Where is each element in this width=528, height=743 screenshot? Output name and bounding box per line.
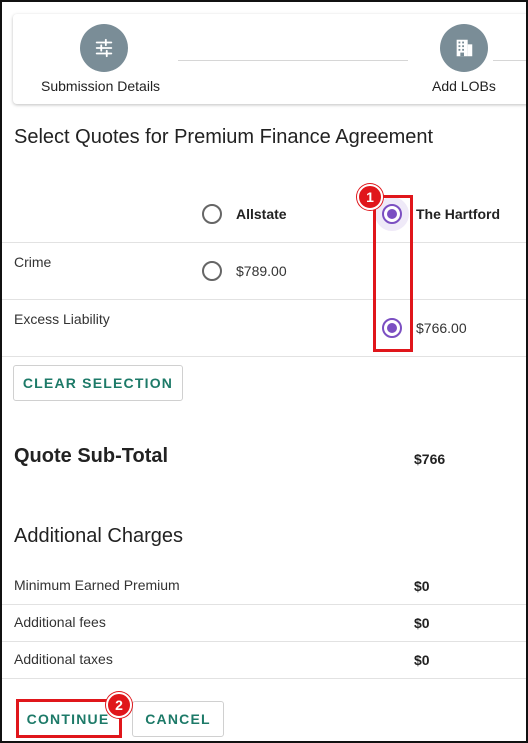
divider <box>2 678 526 679</box>
step-label-add-lobs: Add LOBs <box>432 78 496 94</box>
page-frame: Submission Details Add LOBs Select Quote… <box>0 0 528 743</box>
step-submission-details[interactable] <box>80 24 128 72</box>
divider <box>2 242 526 243</box>
divider <box>2 299 526 300</box>
carrier-the-hartford: The Hartford <box>416 206 500 222</box>
row-label-excess-liability: Excess Liability <box>14 311 110 327</box>
annotation-highlight-hartford <box>373 195 413 352</box>
price-crime-allstate: $789.00 <box>236 263 287 279</box>
row-label-crime: Crime <box>14 254 52 270</box>
step-label-submission-details: Submission Details <box>41 78 161 94</box>
stepper-connector <box>493 60 526 61</box>
cancel-button[interactable]: CANCEL <box>132 701 224 737</box>
charge-value-additional-taxes: $0 <box>414 652 430 668</box>
charge-label-additional-taxes: Additional taxes <box>14 651 113 667</box>
radio-allstate[interactable] <box>202 204 222 224</box>
divider <box>2 604 526 605</box>
divider <box>2 641 526 642</box>
carrier-allstate: Allstate <box>236 206 287 222</box>
additional-charges-title: Additional Charges <box>14 525 183 547</box>
price-excess-liability-hartford: $766.00 <box>416 320 467 336</box>
annotation-badge-2: 2 <box>106 692 132 718</box>
section-title-select-quotes: Select Quotes for Premium Finance Agreem… <box>14 126 434 148</box>
charge-label-minimum-earned-premium: Minimum Earned Premium <box>14 577 180 593</box>
radio-crime-allstate[interactable] <box>202 261 222 281</box>
stepper: Submission Details Add LOBs <box>13 14 526 104</box>
charge-value-additional-fees: $0 <box>414 615 430 631</box>
annotation-badge-1: 1 <box>357 184 383 210</box>
building-icon <box>456 39 473 57</box>
quote-subtotal-label: Quote Sub-Total <box>14 445 169 467</box>
clear-selection-button[interactable]: CLEAR SELECTION <box>13 365 183 401</box>
charge-label-additional-fees: Additional fees <box>14 614 106 630</box>
step-add-lobs[interactable] <box>440 24 488 72</box>
stepper-connector <box>178 60 408 61</box>
sliders-icon <box>95 38 113 58</box>
divider <box>2 356 526 357</box>
charge-value-minimum-earned-premium: $0 <box>414 578 430 594</box>
quote-subtotal-value: $766 <box>414 451 446 467</box>
